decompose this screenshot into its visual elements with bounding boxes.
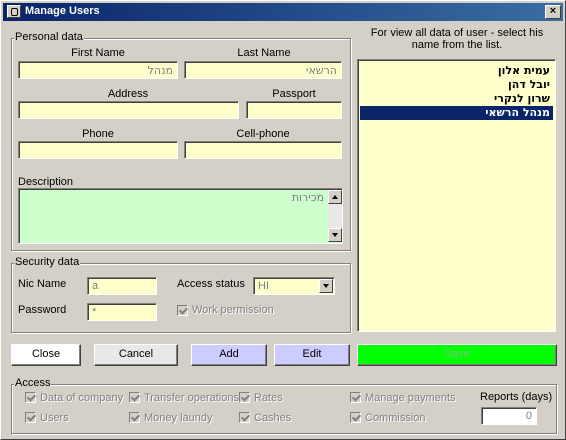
window-title: Manage Users	[25, 5, 100, 17]
reports-days-input[interactable]: 0	[481, 407, 537, 425]
manage-users-window: Manage Users × Personal data First Name …	[0, 0, 566, 440]
access-checkbox-data-of-company[interactable]	[25, 392, 36, 403]
description-scrollbar[interactable]	[328, 190, 342, 242]
passport-label: Passport	[272, 88, 316, 100]
password-input[interactable]: *	[87, 303, 157, 321]
edit-button[interactable]: Edit	[274, 344, 350, 366]
access-label: Rates	[254, 392, 283, 404]
access-label: Money laundy	[144, 412, 213, 424]
access-label: Cashes	[254, 412, 292, 424]
security-data-legend: Security data	[14, 256, 81, 268]
access-label: Commission	[365, 412, 426, 424]
add-button[interactable]: Add	[191, 344, 267, 366]
first-name-label: First Name	[71, 47, 125, 59]
reports-days-label: Reports (days)	[480, 391, 553, 403]
close-window-button[interactable]: ×	[545, 5, 561, 19]
access-label: Data of company	[40, 392, 124, 404]
access-checkbox-cashes[interactable]	[239, 412, 250, 423]
scroll-down-button[interactable]	[328, 228, 342, 242]
nic-name-input[interactable]: a	[87, 277, 157, 295]
list-item[interactable]: שרון לנקרי	[360, 92, 553, 106]
access-label: Manage payments	[365, 392, 456, 404]
access-checkbox-manage-payments[interactable]	[350, 392, 361, 403]
access-status-dropdown-button[interactable]	[319, 279, 333, 293]
arrow-down-icon	[332, 233, 338, 237]
security-data-group	[11, 263, 351, 333]
access-checkbox-rates[interactable]	[239, 392, 250, 403]
first-name-input[interactable]: מנהל	[18, 61, 178, 79]
access-status-label: Access status	[177, 278, 245, 290]
access-checkbox-money-laundy[interactable]	[129, 412, 140, 423]
list-item-selected[interactable]: מנהל הרשאי	[360, 106, 553, 120]
save-button[interactable]: Save	[357, 344, 557, 366]
last-name-label: Last Name	[237, 47, 291, 59]
personal-data-legend: Personal data	[14, 31, 84, 43]
work-permission-checkbox[interactable]	[177, 305, 188, 316]
access-checkbox-commission[interactable]	[350, 412, 361, 423]
access-legend: Access	[14, 377, 52, 389]
title-bar[interactable]: Manage Users ×	[3, 3, 563, 21]
access-label: Transfer operations	[144, 392, 239, 404]
users-list[interactable]: עמית אלון יובל דהן שרון לנקרי מנהל הרשאי	[357, 59, 556, 332]
access-checkbox-users[interactable]	[25, 412, 36, 423]
description-label: Description	[18, 176, 74, 188]
phone-input[interactable]	[18, 141, 178, 159]
address-input[interactable]	[18, 101, 239, 119]
close-button[interactable]: Close	[11, 344, 81, 366]
cellphone-input[interactable]	[184, 141, 342, 159]
scroll-up-button[interactable]	[328, 190, 342, 204]
access-checkbox-transfer-operations[interactable]	[129, 392, 140, 403]
nic-name-label: Nic Name	[18, 278, 67, 290]
phone-label: Phone	[82, 128, 114, 140]
description-textarea[interactable]: מכירות	[18, 188, 343, 244]
app-icon	[7, 5, 21, 18]
address-label: Address	[107, 88, 149, 100]
users-list-hint: For view all data of user - select his n…	[370, 27, 544, 51]
arrow-up-icon	[332, 195, 338, 199]
password-label: Password	[18, 304, 67, 316]
access-label: Users	[40, 412, 69, 424]
list-item[interactable]: עמית אלון	[360, 64, 553, 78]
last-name-input[interactable]: הרשאי	[184, 61, 342, 79]
cellphone-label: Cell-phone	[236, 128, 290, 140]
cancel-button[interactable]: Cancel	[94, 344, 178, 366]
passport-input[interactable]	[246, 101, 342, 119]
work-permission-label: Work permission	[192, 304, 274, 316]
chevron-down-icon	[323, 284, 329, 288]
list-item[interactable]: יובל דהן	[360, 78, 553, 92]
